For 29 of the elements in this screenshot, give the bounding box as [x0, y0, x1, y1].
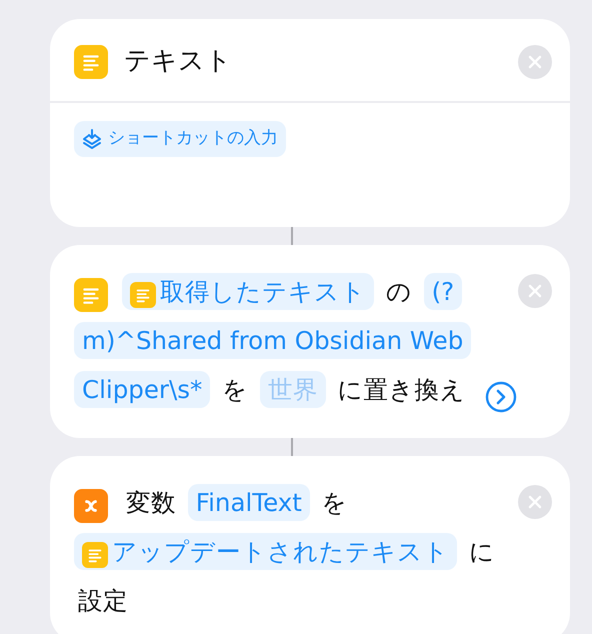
variable-icon	[74, 488, 108, 523]
sentence-text: 変数	[126, 488, 176, 517]
chevron-icon	[485, 381, 518, 414]
variable-token[interactable]: ショートカットの入力	[74, 121, 286, 156]
close-icon	[527, 282, 543, 299]
text-icon	[74, 44, 108, 78]
close-icon	[527, 494, 543, 510]
value-token[interactable]: Clipper\s*	[74, 370, 210, 408]
sentence-text: 設定	[78, 586, 128, 615]
action-title: テキスト	[124, 45, 233, 78]
sentence-text: の	[386, 276, 412, 306]
sentence-text: を	[322, 488, 348, 517]
placeholder-token[interactable]: 世界	[260, 370, 326, 408]
close-icon	[527, 54, 543, 70]
variable-token[interactable]: アップデートされたテキスト	[74, 532, 457, 570]
shortcut-input-icon	[82, 128, 102, 150]
close-button[interactable]	[518, 484, 552, 519]
variable-token[interactable]: 取得したテキスト	[122, 272, 374, 310]
sentence-text: を	[222, 374, 248, 404]
text-icon	[74, 278, 108, 312]
value-token[interactable]: FinalText	[188, 484, 310, 521]
text-icon	[130, 282, 156, 308]
value-token[interactable]: (?	[424, 272, 462, 310]
text-icon	[82, 542, 108, 568]
sentence-text: に	[468, 536, 495, 566]
close-button[interactable]	[518, 44, 552, 78]
sentence-text: に置き換え	[338, 374, 466, 404]
value-token[interactable]: m)^Shared from Obsidian Web	[74, 322, 472, 359]
close-button[interactable]	[518, 274, 552, 308]
